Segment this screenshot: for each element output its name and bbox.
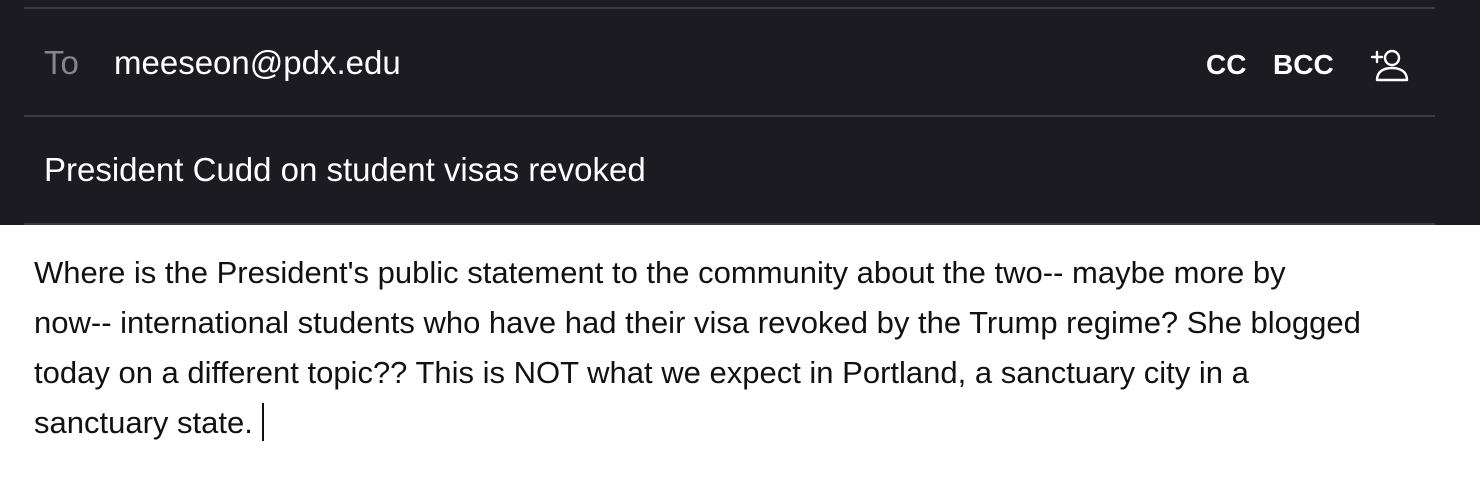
body-line-last: sanctuary state. [34, 398, 1474, 448]
subject-field-row[interactable]: President Cudd on student visas revoked [0, 117, 1480, 223]
subject-field[interactable]: President Cudd on student visas revoked [44, 150, 646, 190]
divider [24, 223, 1435, 225]
body-line: sanctuary state. [34, 405, 253, 440]
add-person-icon[interactable] [1368, 47, 1410, 83]
email-compose: To meeseon@pdx.edu CC BCC President Cudd… [0, 0, 1480, 486]
to-field[interactable]: meeseon@pdx.edu [114, 43, 401, 83]
to-label: To [44, 44, 79, 81]
compose-header: To meeseon@pdx.edu CC BCC President Cudd… [0, 0, 1480, 225]
text-cursor [261, 403, 264, 441]
body-line: Where is the President's public statemen… [34, 255, 1286, 290]
message-body[interactable]: Where is the President's public statemen… [34, 248, 1474, 448]
cc-button[interactable]: CC [1206, 47, 1246, 83]
body-line: now-- international students who have ha… [34, 305, 1361, 340]
to-field-row[interactable]: To meeseon@pdx.edu CC BCC [0, 9, 1480, 115]
bcc-button[interactable]: BCC [1273, 47, 1334, 83]
body-line: today on a different topic?? This is NOT… [34, 355, 1249, 390]
